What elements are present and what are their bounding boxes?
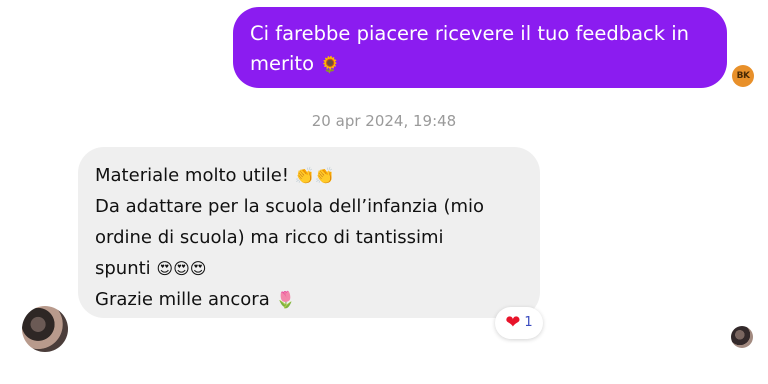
message-line: Da adattare per la scuola dell’infanzia … (95, 191, 526, 222)
sent-message-bubble[interactable]: Ci farebbe piacere ricevere il tuo feedb… (233, 7, 727, 88)
message-timestamp: 20 apr 2024, 19:48 (311, 112, 457, 130)
message-line-text: Materiale molto utile! (95, 165, 295, 186)
received-message-bubble[interactable]: Materiale molto utile! 👏👏 Da adattare pe… (78, 147, 540, 318)
seen-by-avatar (731, 326, 753, 348)
recipient-avatar[interactable] (22, 306, 68, 352)
heart-icon: ❤ (505, 312, 521, 333)
reaction-badge[interactable]: ❤ 1 (495, 307, 543, 339)
chat-thread: Ci farebbe piacere ricevere il tuo feedb… (0, 0, 768, 384)
message-line: Grazie mille ancora 🌷 (95, 284, 526, 315)
message-line: spunti 😍😍😍 (95, 253, 526, 284)
sender-avatar[interactable]: BK (732, 65, 754, 87)
reaction-count: 1 (524, 315, 533, 330)
tulip-emoji: 🌷 (275, 290, 296, 309)
sunflower-emoji: 🌻 (320, 55, 341, 74)
heart-eyes-emoji: 😍😍😍 (156, 259, 207, 278)
message-line-text: Da adattare per la scuola dell’infanzia … (95, 196, 485, 217)
clapping-emoji: 👏👏 (294, 166, 335, 185)
message-line: Materiale molto utile! 👏👏 (95, 160, 526, 191)
message-line-text: Grazie mille ancora (95, 289, 276, 310)
message-line-text: ordine di scuola) ma ricco di tantissimi (95, 227, 444, 248)
message-line: ordine di scuola) ma ricco di tantissimi (95, 222, 526, 253)
sent-message-text: Ci farebbe piacere ricevere il tuo feedb… (250, 22, 690, 75)
message-line-text: spunti (95, 258, 157, 279)
